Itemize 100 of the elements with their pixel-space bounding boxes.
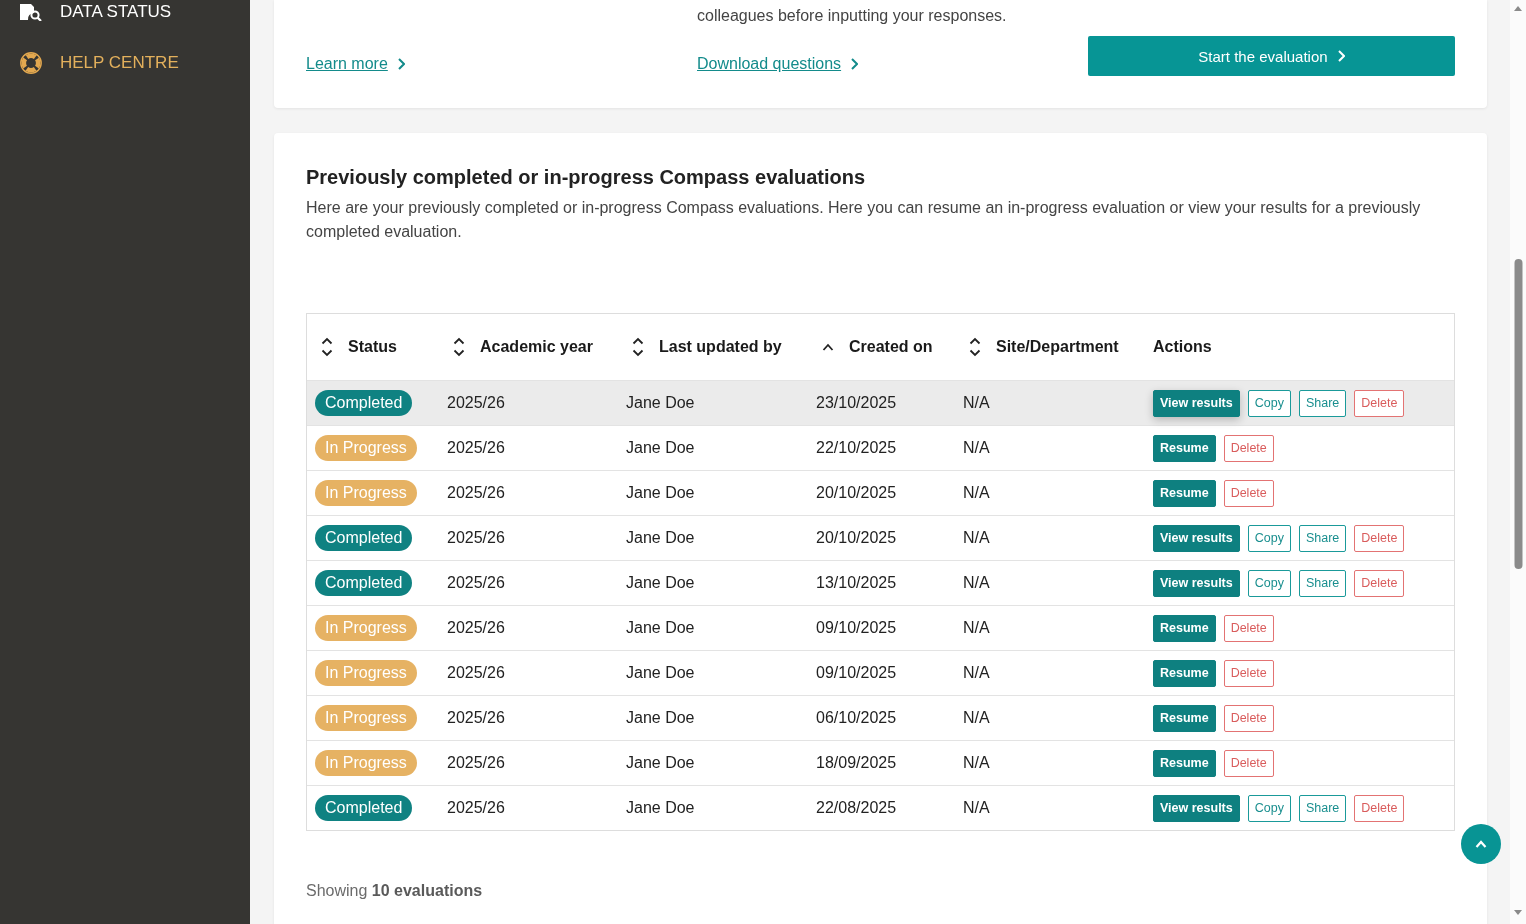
table-cell-text: 2025/26: [447, 663, 505, 683]
column-header[interactable]: Status: [315, 333, 397, 361]
delete-button[interactable]: Delete: [1223, 659, 1274, 687]
copy-button[interactable]: Copy: [1247, 389, 1291, 417]
view-results-button[interactable]: View results: [1153, 569, 1240, 597]
resume-button[interactable]: Resume: [1153, 749, 1216, 777]
delete-button[interactable]: Delete: [1223, 704, 1274, 732]
column-header[interactable]: Site/Department: [963, 333, 1119, 361]
download-questions-link[interactable]: Download questions: [697, 52, 859, 76]
table-cell-text: 2025/26: [447, 618, 505, 638]
table-cell-text: N/A: [963, 618, 990, 638]
table-cell-text: 2025/26: [447, 708, 505, 728]
table-cell-text: Jane Doe: [626, 618, 695, 638]
document-search-icon: [20, 3, 42, 21]
status-tag: In Progress: [315, 660, 417, 686]
resume-button[interactable]: Resume: [1153, 659, 1216, 687]
column-header[interactable]: Academic year: [447, 333, 593, 361]
table-cell-text: Jane Doe: [626, 753, 695, 773]
share-button[interactable]: Share: [1298, 524, 1347, 552]
table-cell-text: Jane Doe: [626, 438, 695, 458]
view-results-button[interactable]: View results: [1153, 524, 1240, 552]
table-cell-text: N/A: [963, 708, 990, 728]
table-cell-text: 2025/26: [447, 753, 505, 773]
copy-button[interactable]: Copy: [1247, 524, 1291, 552]
table-cell-text: N/A: [963, 798, 990, 818]
table-cell-text: Jane Doe: [626, 663, 695, 683]
table-cell-text: 13/10/2025: [816, 573, 897, 593]
table-cell-text: 2025/26: [447, 438, 505, 458]
resume-button[interactable]: Resume: [1153, 704, 1216, 732]
results-count: Showing 10 evaluations: [306, 881, 483, 901]
share-button[interactable]: Share: [1298, 794, 1347, 822]
table-cell-text: 09/10/2025: [816, 618, 897, 638]
delete-button[interactable]: Delete: [1223, 749, 1274, 777]
status-tag: In Progress: [315, 480, 417, 506]
back-to-top-button[interactable]: [1461, 824, 1501, 864]
delete-button[interactable]: Delete: [1354, 794, 1405, 822]
delete-button[interactable]: Delete: [1223, 614, 1274, 642]
table-cell-text: N/A: [963, 483, 990, 503]
table-cell-text: N/A: [963, 528, 990, 548]
sort-icon: [969, 336, 981, 358]
table-cell-text: 23/10/2025: [816, 393, 897, 413]
section-title: Previously completed or in-progress Compass evaluations: [306, 165, 867, 189]
resume-button[interactable]: Resume: [1153, 614, 1216, 642]
start-evaluation-button[interactable]: Start the evaluation: [1088, 36, 1455, 76]
table-cell-text: 22/08/2025: [816, 798, 897, 818]
column-header[interactable]: Last updated by: [626, 333, 782, 361]
status-tag: In Progress: [315, 705, 417, 731]
sidebar-item[interactable]: HELP CENTRE: [20, 51, 179, 75]
status-tag: In Progress: [315, 750, 417, 776]
delete-button[interactable]: Delete: [1223, 479, 1274, 507]
copy-button[interactable]: Copy: [1247, 794, 1291, 822]
table-cell-text: Jane Doe: [626, 708, 695, 728]
resume-button[interactable]: Resume: [1153, 479, 1216, 507]
table-cell-text: N/A: [963, 393, 990, 413]
table-cell-text: N/A: [963, 753, 990, 773]
delete-button[interactable]: Delete: [1354, 569, 1405, 597]
column-header: Actions: [1153, 337, 1212, 357]
table-cell-text: Jane Doe: [626, 528, 695, 548]
column-header[interactable]: Created on: [816, 333, 933, 361]
table-cell-text: N/A: [963, 573, 990, 593]
delete-button[interactable]: Delete: [1354, 389, 1405, 417]
sort-ascending-icon: [822, 343, 834, 351]
sort-icon: [453, 336, 465, 358]
status-tag: Completed: [315, 390, 413, 416]
lifebuoy-icon: [20, 52, 42, 74]
table-cell-text: Jane Doe: [626, 483, 695, 503]
table-cell-text: 18/09/2025: [816, 753, 897, 773]
chevron-right-icon: [397, 58, 405, 70]
intro-text: colleagues before inputting your responses.: [697, 6, 1007, 26]
share-button[interactable]: Share: [1298, 569, 1347, 597]
status-tag: In Progress: [315, 435, 417, 461]
table-cell-text: 06/10/2025: [816, 708, 897, 728]
resume-button[interactable]: Resume: [1153, 434, 1216, 462]
chevron-up-icon: [1475, 840, 1487, 848]
table-cell-text: 2025/26: [447, 798, 505, 818]
view-results-button[interactable]: View results: [1153, 389, 1240, 417]
table-cell-text: 2025/26: [447, 393, 505, 413]
share-button[interactable]: Share: [1298, 389, 1347, 417]
table-cell-text: N/A: [963, 663, 990, 683]
copy-button[interactable]: Copy: [1247, 569, 1291, 597]
delete-button[interactable]: Delete: [1223, 434, 1274, 462]
status-tag: Completed: [315, 570, 413, 596]
table-cell-text: Jane Doe: [626, 798, 695, 818]
table-cell-text: 20/10/2025: [816, 483, 897, 503]
table-cell-text: 2025/26: [447, 528, 505, 548]
sidebar-item[interactable]: DATA STATUS: [20, 0, 172, 24]
sort-icon: [632, 336, 644, 358]
learn-more-link[interactable]: Learn more: [306, 52, 405, 76]
table-cell-text: 2025/26: [447, 483, 505, 503]
table-cell-text: Jane Doe: [626, 393, 695, 413]
status-tag: Completed: [315, 795, 413, 821]
table-cell-text: N/A: [963, 438, 990, 458]
sort-icon: [321, 336, 333, 358]
table-cell-text: Jane Doe: [626, 573, 695, 593]
delete-button[interactable]: Delete: [1354, 524, 1405, 552]
status-tag: In Progress: [315, 615, 417, 641]
view-results-button[interactable]: View results: [1153, 794, 1240, 822]
status-tag: Completed: [315, 525, 413, 551]
scrollbar[interactable]: [1510, 0, 1526, 924]
section-description: Here are your previously completed or in-progress Compass evaluations. Here you can resume an in-progress evaluation or view your results for a previously completed evaluation.: [306, 198, 1422, 242]
